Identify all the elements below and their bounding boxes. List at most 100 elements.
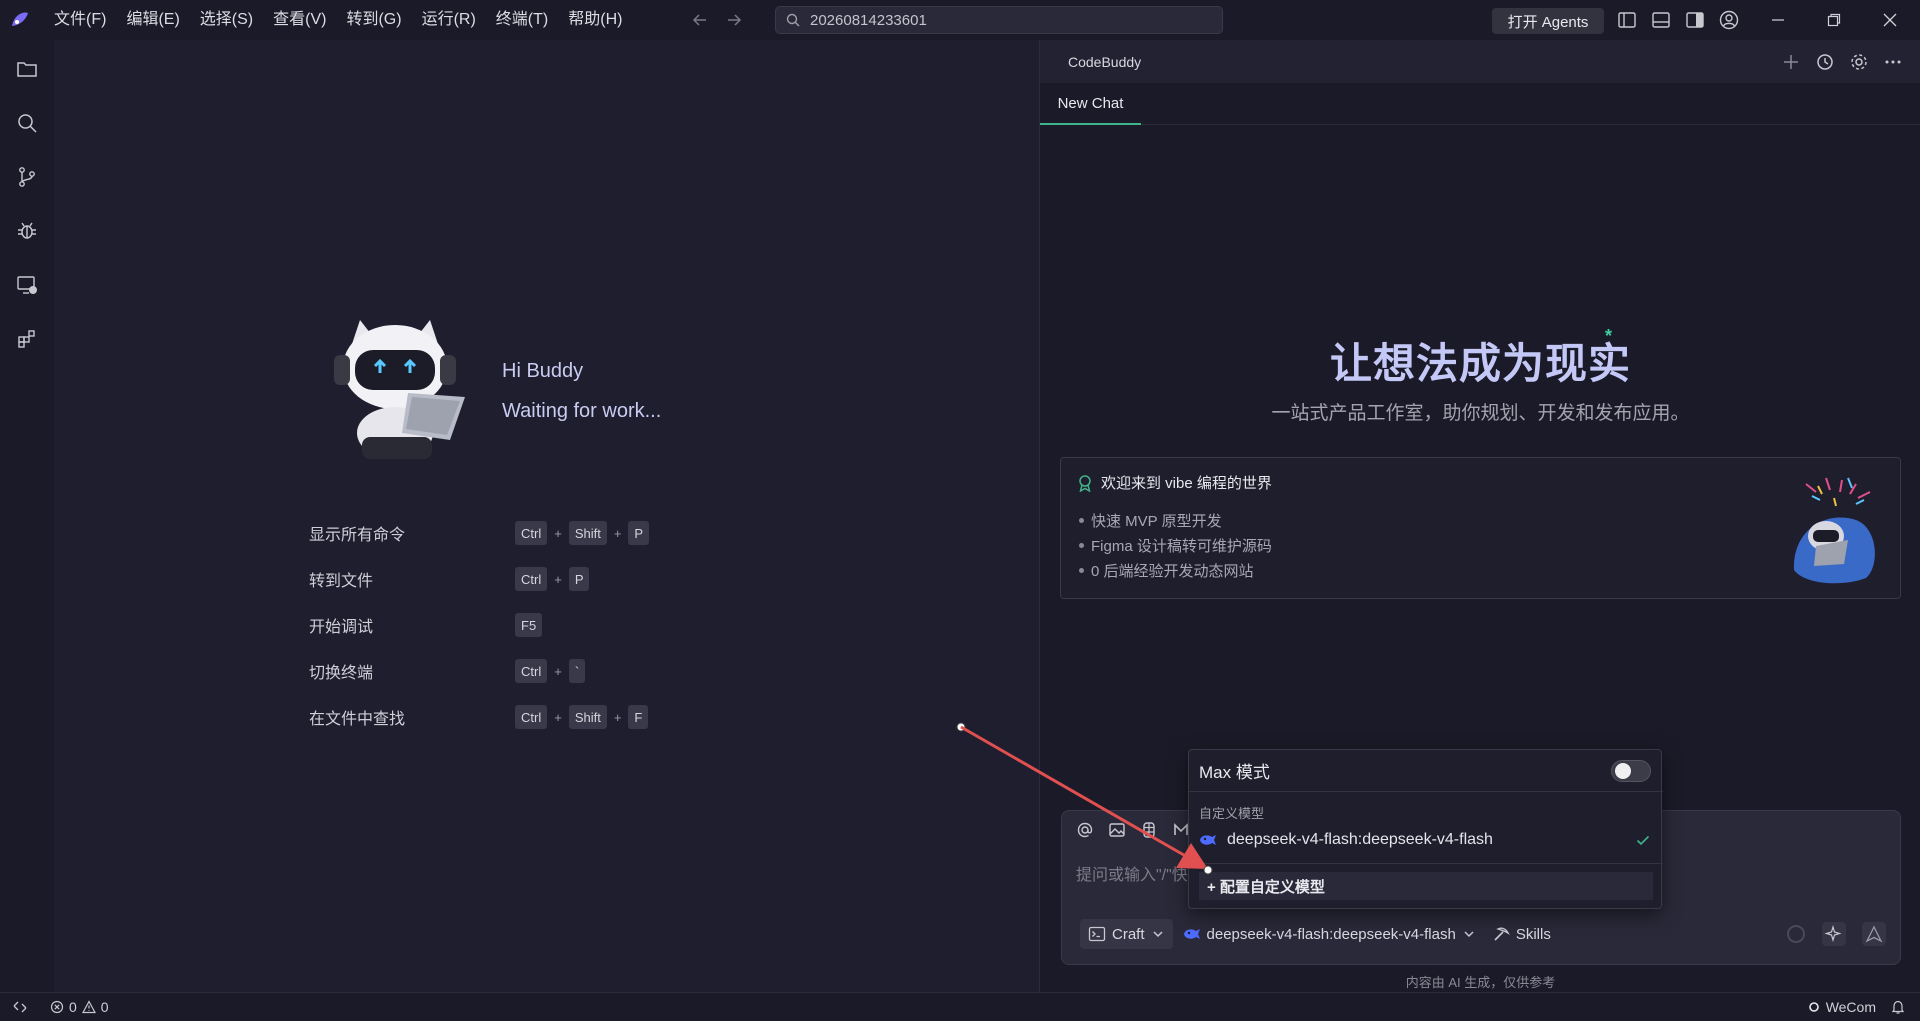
explorer-icon[interactable] [12,54,42,84]
shortcut-row[interactable]: 切换终端 Ctrl + ` [309,658,586,684]
codebuddy-logo-icon [0,0,40,40]
shortcut-row[interactable]: 转到文件 Ctrl + P [309,566,590,592]
model-selector[interactable]: deepseek-v4-flash:deepseek-v4-flash [1183,919,1476,949]
forward-arrow-icon[interactable] [724,10,744,30]
search-view-icon[interactable] [12,108,42,138]
input-bottom-row: Craft deepseek-v4-flash:deepseek-v4-flas… [1080,919,1551,949]
hero-title: 让想法成为现实 [1329,340,1631,387]
key-cap: P [628,521,650,545]
menu-go[interactable]: 转到(G) [336,0,411,40]
menu-help[interactable]: 帮助(H) [558,0,632,40]
key-plus: + [554,663,562,679]
list-item: 快速 MVP 原型开发 [1079,508,1272,533]
chevron-down-icon [1151,927,1165,941]
send-icon[interactable] [1862,922,1886,946]
chat-header: CodeBuddy [1040,40,1920,83]
toggle-primary-sidebar-icon[interactable] [1616,9,1638,31]
list-item: Figma 设计稿转可维护源码 [1079,533,1272,558]
mode-selector-button[interactable]: Craft [1080,919,1173,949]
toggle-panel-icon[interactable] [1650,9,1672,31]
deepseek-whale-icon [1183,926,1201,942]
skills-button[interactable]: Skills [1492,919,1551,949]
menu-bar: 文件(F) 编辑(E) 选择(S) 查看(V) 转到(G) 运行(R) 终端(T… [44,0,632,40]
minimize-icon[interactable] [1750,0,1806,40]
account-label: WeCom [1825,999,1876,1015]
remote-indicator-icon[interactable] [0,993,40,1021]
menu-selection[interactable]: 选择(S) [190,0,263,40]
activity-bar [0,40,54,992]
chat-panel-title: CodeBuddy [1068,53,1142,70]
max-mode-toggle[interactable] [1611,760,1651,782]
close-window-icon[interactable] [1862,0,1918,40]
window-controls [1750,0,1918,40]
key-cap: P [568,567,590,591]
card-title: 欢迎来到 vibe 编程的世界 [1101,475,1272,492]
menu-run[interactable]: 运行(R) [412,0,486,40]
key-cap: Shift [568,705,607,729]
enhance-prompt-sparkle-icon[interactable] [1822,922,1846,946]
title-bar: 文件(F) 编辑(E) 选择(S) 查看(V) 转到(G) 运行(R) 终端(T… [0,0,1920,40]
beanbag-robot-illustration [1786,470,1882,588]
key-cap: F5 [515,613,543,637]
account-icon[interactable] [1718,9,1740,31]
figma-icon[interactable] [1140,821,1158,839]
command-search-bar[interactable]: 20260814233601 [775,6,1223,34]
key-cap: Ctrl [515,567,548,591]
key-cap: F [628,705,649,729]
open-agents-button[interactable]: 打开 Agents [1492,8,1604,34]
toggle-secondary-sidebar-icon[interactable] [1684,9,1706,31]
key-plus: + [554,709,562,725]
remote-explorer-icon[interactable] [12,270,42,300]
card-header: 欢迎来到 vibe 编程的世界 [1077,472,1272,493]
search-value: 20260814233601 [810,11,927,29]
more-options-icon[interactable] [1883,52,1903,72]
configure-custom-model-button[interactable]: + 配置自定义模型 [1199,872,1653,900]
chat-tabs: New Chat [1040,83,1920,125]
key-plus: + [613,525,622,541]
menu-file[interactable]: 文件(F) [44,0,116,40]
source-control-icon[interactable] [12,162,42,192]
shortcut-row[interactable]: 显示所有命令 Ctrl + Shift + P [309,520,650,546]
key-cap: Ctrl [515,705,548,729]
search-icon [786,13,800,27]
checkmark-icon [1635,832,1651,848]
shortcut-label: 在文件中查找 [309,711,406,728]
warning-count: 0 [100,998,109,1015]
run-debug-icon[interactable] [12,216,42,246]
notifications-bell-icon[interactable] [1890,999,1906,1015]
key-cap: ` [568,659,586,683]
shortcut-label: 切换终端 [309,665,374,682]
history-icon[interactable] [1815,52,1835,72]
key-cap: Ctrl [515,521,548,545]
chat-header-actions [1781,40,1903,83]
editor-welcome: Hi Buddy Waiting for work... 显示所有命令 Ctrl… [54,40,1039,992]
badge-ribbon-icon [1077,474,1093,492]
problems-indicator[interactable]: 0 0 [50,999,109,1015]
max-mode-row: Max 模式 [1189,750,1663,792]
context-usage-ring-icon[interactable] [1786,924,1806,944]
extensions-icon[interactable] [12,324,42,354]
restore-icon[interactable] [1806,0,1862,40]
max-mode-label: Max 模式 [1199,763,1270,782]
menu-view[interactable]: 查看(V) [263,0,336,40]
mention-at-icon[interactable] [1076,821,1094,839]
model-option[interactable]: deepseek-v4-flash:deepseek-v4-flash [1189,822,1663,858]
nav-arrows [690,0,744,40]
image-upload-icon[interactable] [1108,821,1126,839]
vibe-welcome-card: 欢迎来到 vibe 编程的世界 快速 MVP 原型开发 Figma 设计稿转可维… [1060,457,1901,599]
new-chat-plus-icon[interactable] [1781,52,1801,72]
menu-terminal[interactable]: 终端(T) [486,0,558,40]
back-arrow-icon[interactable] [690,10,710,30]
wecom-account[interactable]: WeCom [1808,999,1876,1015]
welcome-greeting: Hi Buddy [502,360,584,382]
shortcut-row[interactable]: 在文件中查找 Ctrl + Shift + F [309,704,649,730]
dropdown-divider [1189,863,1663,864]
settings-gear-icon[interactable] [1849,52,1869,72]
shortcut-label: 显示所有命令 [309,527,406,544]
error-count: 0 [69,998,77,1015]
pickaxe-icon [1492,925,1510,943]
menu-edit[interactable]: 编辑(E) [116,0,189,40]
tab-new-chat[interactable]: New Chat [1040,83,1141,125]
shortcut-row[interactable]: 开始调试 F5 [309,612,543,638]
shortcut-label: 开始调试 [309,619,374,636]
